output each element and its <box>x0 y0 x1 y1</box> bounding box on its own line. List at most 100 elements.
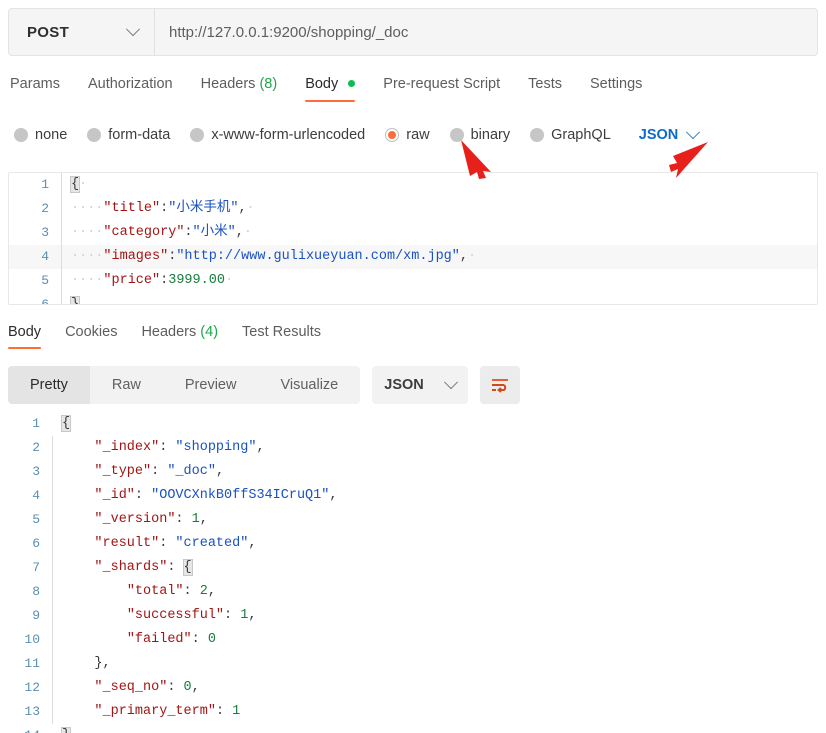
code-token-comma: , <box>329 488 338 503</box>
response-tab-body-label: Body <box>8 324 42 340</box>
code-token-value: 3999.00 <box>168 273 225 288</box>
code-token-key: "images" <box>103 249 169 264</box>
body-type-none-label: none <box>35 127 68 143</box>
tab-tests[interactable]: Tests <box>528 74 562 102</box>
line-number: 1 <box>32 416 40 431</box>
tab-params[interactable]: Params <box>10 74 60 102</box>
line-number: 4 <box>32 488 40 503</box>
radio-icon <box>530 128 545 142</box>
body-format-dropdown[interactable]: JSON <box>638 125 701 143</box>
line-number: 14 <box>0 724 52 733</box>
body-type-graphql[interactable]: GraphQL <box>530 127 611 143</box>
url-input[interactable]: http://127.0.0.1:9200/shopping/_doc <box>155 9 817 55</box>
code-whitespace-dot: · <box>467 249 477 264</box>
line-number: 11 <box>24 656 40 671</box>
request-code-area[interactable]: 1 {· 2 ····"title":"小米手机",· 3 ····"categ… <box>9 173 817 304</box>
line-number: 4 <box>41 249 49 264</box>
response-tab-cookies[interactable]: Cookies <box>65 322 117 349</box>
code-token-colon: : <box>183 584 200 599</box>
body-type-urlencoded[interactable]: x-www-form-urlencoded <box>190 127 365 143</box>
response-tab-headers[interactable]: Headers (4) <box>141 322 218 349</box>
wrap-text-button[interactable] <box>480 366 521 404</box>
code-line: 9 "successful": 1, <box>0 604 826 628</box>
tab-body[interactable]: Body <box>305 74 356 102</box>
http-method-label: POST <box>27 23 70 41</box>
request-tab-bar: Params Authorization Headers (8) Body Pr… <box>10 74 810 108</box>
response-view-toolbar: Pretty Raw Preview Visualize JSON <box>8 366 521 404</box>
code-whitespace-dot: · <box>79 177 88 192</box>
code-line: 1 {· <box>9 173 817 197</box>
code-token: } <box>69 296 81 304</box>
code-token-colon: : <box>159 536 176 551</box>
code-token-comma: , <box>191 680 200 695</box>
response-tab-test-results[interactable]: Test Results <box>242 322 321 349</box>
tab-pre-request-script[interactable]: Pre-request Script <box>383 74 500 102</box>
code-token-key: "_type" <box>94 464 152 479</box>
body-type-none[interactable]: none <box>14 127 67 143</box>
http-method-select[interactable]: POST <box>9 9 155 55</box>
body-type-binary[interactable]: binary <box>449 127 510 143</box>
line-number: 7 <box>32 560 40 575</box>
tab-authorization[interactable]: Authorization <box>88 74 173 102</box>
code-token-colon: : <box>184 225 193 240</box>
tab-body-label: Body <box>305 76 339 92</box>
line-number: 8 <box>32 584 40 599</box>
body-type-form-data[interactable]: form-data <box>87 127 170 143</box>
response-format-label: JSON <box>384 377 424 393</box>
tab-settings[interactable]: Settings <box>590 74 642 102</box>
tab-tests-label: Tests <box>528 76 562 92</box>
code-token: } <box>60 727 72 733</box>
code-line: 5 ····"price":3999.00· <box>9 269 817 293</box>
code-token-colon: : <box>215 704 233 719</box>
code-token-comma: , <box>207 584 216 599</box>
body-format-label: JSON <box>638 127 679 143</box>
response-view-pretty[interactable]: Pretty <box>8 366 90 404</box>
code-token-colon: : <box>175 512 192 527</box>
code-token-colon: : <box>224 608 241 623</box>
tab-headers[interactable]: Headers (8) <box>201 74 278 102</box>
code-token-comma: , <box>199 512 208 527</box>
code-indent-dots: ···· <box>71 225 104 240</box>
code-token: }, <box>94 656 111 671</box>
code-token-colon: : <box>167 560 184 575</box>
code-line: 6 } <box>9 293 817 304</box>
response-format-dropdown[interactable]: JSON <box>372 366 469 404</box>
code-line: 12 "_seq_no": 0, <box>0 676 826 700</box>
code-line: 7 "_shards": { <box>0 556 826 580</box>
response-view-preview[interactable]: Preview <box>163 366 259 404</box>
code-token-value: 1 <box>232 704 241 719</box>
code-line: 3 ····"category":"小米",· <box>9 221 817 245</box>
response-view-visualize[interactable]: Visualize <box>258 366 360 404</box>
tab-headers-label: Headers <box>200 76 256 92</box>
line-number: 3 <box>32 464 40 479</box>
code-token-value: "_doc" <box>167 464 216 479</box>
code-whitespace-dot: · <box>224 273 234 288</box>
radio-icon <box>449 128 464 142</box>
code-token-value: "shopping" <box>175 440 257 455</box>
radio-icon <box>87 128 102 142</box>
response-tab-body[interactable]: Body <box>8 322 42 349</box>
response-view-raw[interactable]: Raw <box>90 366 163 404</box>
code-token: { <box>69 176 81 193</box>
code-whitespace-dot: · <box>246 201 255 216</box>
code-token: { <box>60 415 72 432</box>
body-modified-dot-icon <box>348 80 356 87</box>
line-number: 9 <box>32 608 40 623</box>
code-token-colon: : <box>167 680 184 695</box>
line-number: 5 <box>41 273 49 288</box>
response-code-area[interactable]: 1 { 2 "_index": "shopping", 3 "_type": "… <box>0 412 826 733</box>
code-token-comma: , <box>459 249 468 264</box>
code-line: 3 "_type": "_doc", <box>0 460 826 484</box>
line-number: 10 <box>24 632 40 647</box>
response-tab-headers-count: (4) <box>200 324 219 340</box>
line-number: 12 <box>24 680 40 695</box>
code-token-key: "price" <box>103 273 161 288</box>
code-token-value: "小米手机" <box>168 201 239 216</box>
code-line: 10 "failed": 0 <box>0 628 826 652</box>
response-body-viewer[interactable]: 1 { 2 "_index": "shopping", 3 "_type": "… <box>0 412 826 733</box>
code-token-value: "小米" <box>192 225 236 240</box>
body-type-raw[interactable]: raw <box>385 127 430 143</box>
request-body-editor[interactable]: 1 {· 2 ····"title":"小米手机",· 3 ····"categ… <box>8 172 818 305</box>
body-type-urlencoded-label: x-www-form-urlencoded <box>211 127 366 143</box>
code-token-key: "_version" <box>94 512 176 527</box>
